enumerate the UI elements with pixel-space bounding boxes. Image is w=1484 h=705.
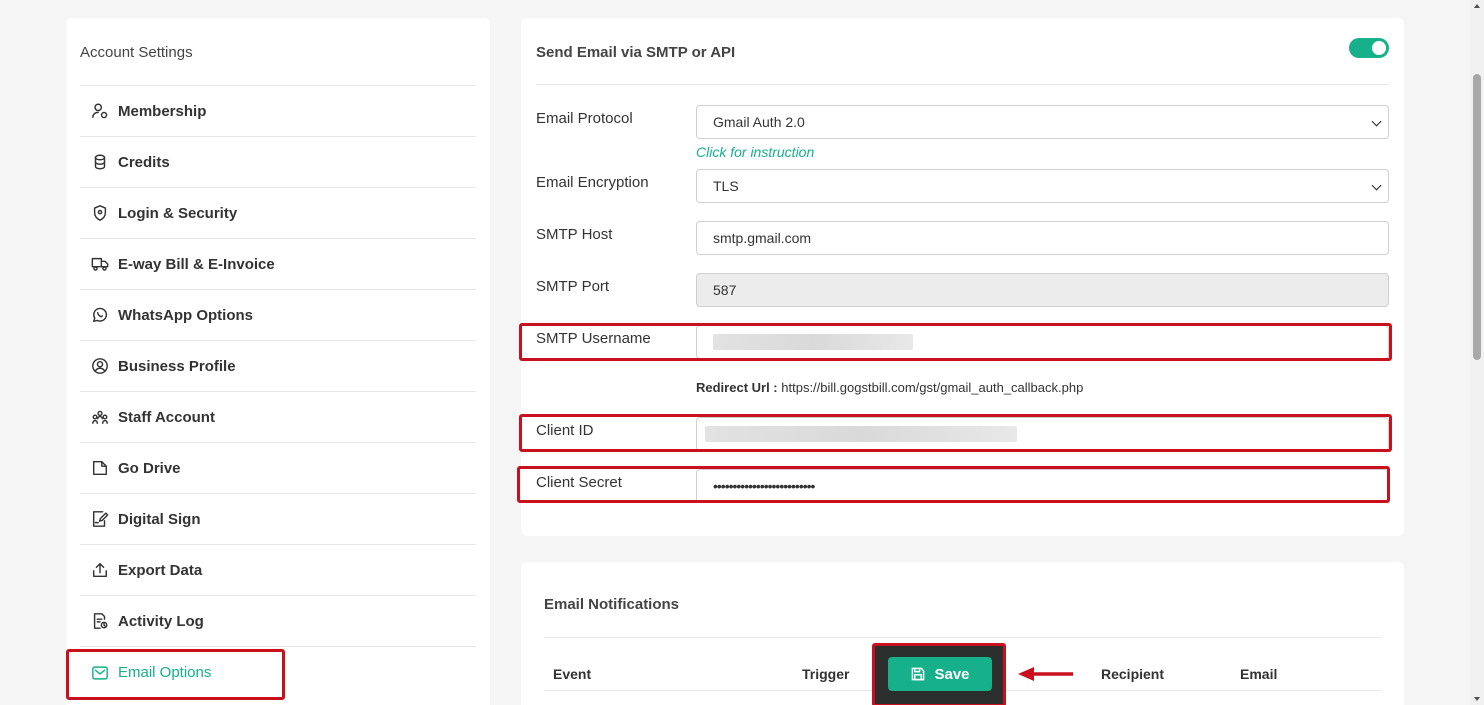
sidebar-item-login-security[interactable]: Login & Security (80, 188, 476, 239)
smtp-port-input: 587 (696, 273, 1389, 307)
sidebar-item-label: Business Profile (118, 357, 236, 375)
smtp-card-title: Send Email via SMTP or API (536, 44, 736, 61)
log-icon (90, 611, 110, 631)
sidebar-item-activity-log[interactable]: Activity Log (80, 596, 476, 647)
save-label: Save (934, 665, 970, 683)
sidebar-item-go-drive[interactable]: Go Drive (80, 443, 476, 494)
client-id-highlight (519, 414, 1392, 452)
redirect-url-label: Redirect Url : (696, 380, 778, 395)
column-header-trigger: Trigger (802, 666, 850, 682)
smtp-username-highlight (519, 323, 1392, 361)
sidebar-item-label: Login & Security (118, 204, 238, 222)
save-button[interactable]: Save (888, 657, 992, 691)
pointer-arrow-icon (1018, 667, 1073, 681)
column-header-recipient: Recipient (1101, 666, 1165, 682)
sidebar-item-business-profile[interactable]: Business Profile (80, 341, 476, 392)
smtp-port-value: 587 (713, 282, 737, 298)
divider (536, 84, 1389, 85)
email-protocol-select[interactable]: Gmail Auth 2.0 (696, 105, 1389, 139)
page-scrollbar[interactable] (1470, 0, 1484, 705)
sidebar-item-staff-account[interactable]: Staff Account (80, 392, 476, 443)
user-circle-icon (90, 356, 110, 376)
sidebar-item-membership[interactable]: Membership (80, 86, 476, 137)
client-secret-highlight (517, 466, 1390, 503)
sidebar-item-label: Activity Log (118, 612, 204, 630)
sidebar-item-label: Go Drive (118, 459, 181, 477)
redirect-url-value: https://bill.gogstbill.com/gst/gmail_aut… (781, 380, 1084, 395)
smtp-host-value: smtp.gmail.com (713, 230, 812, 246)
sidebar-item-label: Staff Account (118, 408, 215, 426)
email-encryption-label: Email Encryption (536, 174, 649, 191)
user-badge-icon (90, 101, 110, 121)
truck-icon (90, 254, 110, 274)
sidebar-list: Membership Credits Login & Security E-wa… (80, 85, 476, 698)
signature-icon (90, 509, 110, 529)
whatsapp-icon (90, 305, 110, 325)
shield-icon (90, 203, 110, 223)
sidebar-item-label: Digital Sign (118, 510, 201, 528)
smtp-enable-toggle[interactable] (1349, 38, 1389, 58)
scroll-down-icon[interactable] (1474, 697, 1480, 701)
smtp-host-label: SMTP Host (536, 226, 613, 243)
sidebar-item-export-data[interactable]: Export Data (80, 545, 476, 596)
users-icon (90, 407, 110, 427)
email-encryption-select[interactable]: TLS (696, 169, 1389, 203)
sidebar-item-label: Credits (118, 153, 170, 171)
upload-icon (90, 560, 110, 580)
save-icon (912, 667, 925, 681)
email-protocol-value: Gmail Auth 2.0 (713, 114, 805, 130)
coins-icon (90, 152, 110, 172)
column-header-event: Event (553, 666, 592, 682)
sidebar-item-eway-bill[interactable]: E-way Bill & E-Invoice (80, 239, 476, 290)
email-options-highlight (66, 649, 285, 700)
redirect-url-text: Redirect Url : https://bill.gogstbill.co… (696, 380, 1083, 395)
email-protocol-label: Email Protocol (536, 110, 633, 127)
folder-icon (90, 458, 110, 478)
smtp-settings-card: Send Email via SMTP or API Email Protoco… (521, 18, 1404, 536)
sidebar-item-credits[interactable]: Credits (80, 137, 476, 188)
sidebar-title: Account Settings (80, 44, 193, 61)
scroll-up-icon[interactable] (1474, 4, 1480, 8)
sidebar-item-label: Membership (118, 102, 207, 120)
notifications-title: Email Notifications (544, 596, 680, 613)
smtp-port-label: SMTP Port (536, 278, 610, 295)
scroll-thumb[interactable] (1473, 74, 1481, 360)
sidebar-item-whatsapp[interactable]: WhatsApp Options (80, 290, 476, 341)
sidebar-item-label: E-way Bill & E-Invoice (118, 255, 275, 273)
sidebar-item-label: Export Data (118, 561, 203, 579)
email-encryption-value: TLS (713, 178, 739, 194)
save-button-highlight: Save (872, 643, 1006, 705)
column-header-email: Email (1240, 666, 1278, 682)
sidebar-item-digital-sign[interactable]: Digital Sign (80, 494, 476, 545)
sidebar-item-label: WhatsApp Options (118, 306, 253, 324)
smtp-host-input[interactable]: smtp.gmail.com (696, 221, 1389, 255)
account-settings-sidebar: Account Settings Membership Credits Logi… (66, 18, 490, 705)
instruction-link[interactable]: Click for instruction (696, 144, 814, 160)
toggle-knob (1372, 41, 1386, 55)
divider (544, 637, 1381, 638)
